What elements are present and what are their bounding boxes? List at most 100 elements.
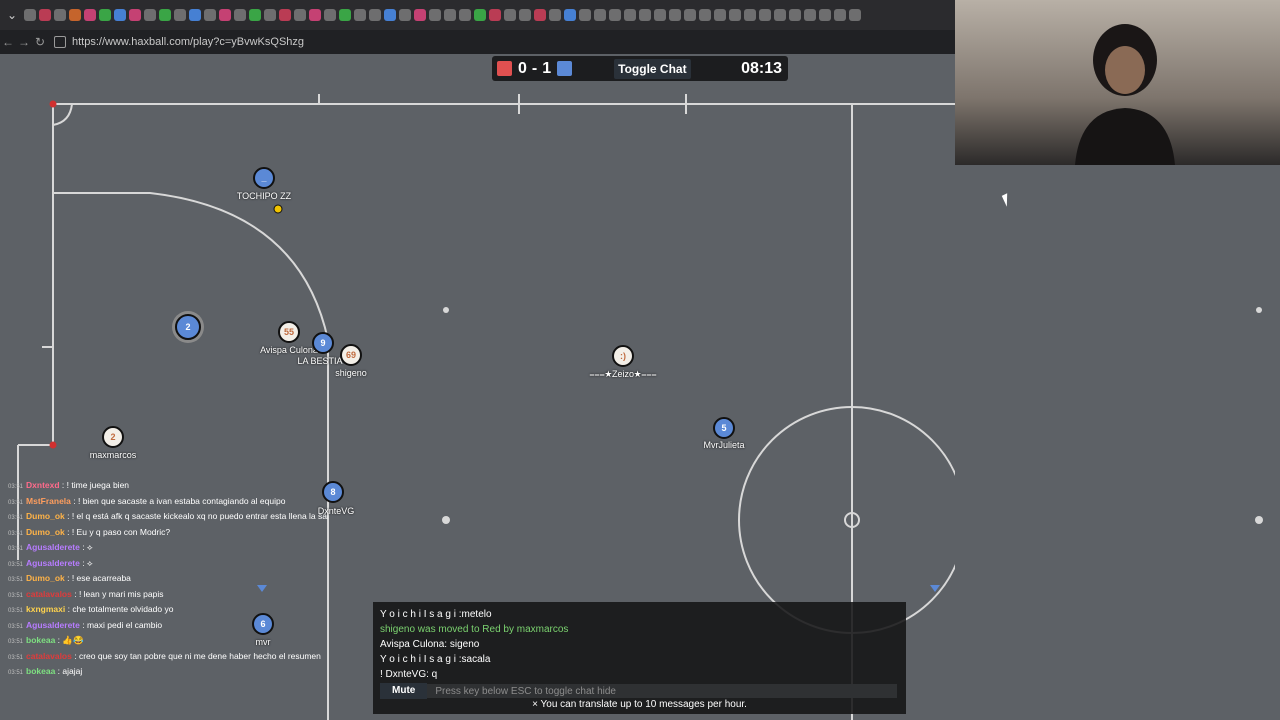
browser-tab-20[interactable] bbox=[324, 9, 336, 21]
chat-input[interactable]: Press key below ESC to toggle chat hide bbox=[435, 686, 616, 697]
browser-tab-44[interactable] bbox=[684, 9, 696, 21]
browser-tab-1[interactable] bbox=[39, 9, 51, 21]
chat-username: Dumo_ok bbox=[26, 511, 65, 521]
browser-tab-14[interactable] bbox=[234, 9, 246, 21]
browser-tab-25[interactable] bbox=[399, 9, 411, 21]
player-name-avispa: Avispa Culona bbox=[260, 345, 318, 355]
browser-tab-35[interactable] bbox=[549, 9, 561, 21]
browser-tab-8[interactable] bbox=[144, 9, 156, 21]
forward-icon[interactable]: → bbox=[16, 35, 32, 49]
browser-tab-50[interactable] bbox=[774, 9, 786, 21]
chat-username: Agusalderete bbox=[26, 542, 80, 552]
player-name-zeizo: ⩶★Zeizo★⩶ bbox=[589, 369, 657, 379]
browser-tab-11[interactable] bbox=[189, 9, 201, 21]
chat-message-text: : 👍😂 bbox=[55, 635, 84, 645]
browser-tab-42[interactable] bbox=[654, 9, 666, 21]
game-chat-panel: Y o i c h i I s a g i :metelo shigeno was… bbox=[373, 602, 906, 714]
browser-tab-7[interactable] bbox=[129, 9, 141, 21]
player-tochipo: _ bbox=[253, 167, 275, 189]
stream-chat-line: 03:51 Agusalderete : ⟡ bbox=[8, 540, 328, 556]
browser-tab-29[interactable] bbox=[459, 9, 471, 21]
browser-tab-0[interactable] bbox=[24, 9, 36, 21]
browser-tab-52[interactable] bbox=[804, 9, 816, 21]
browser-tab-53[interactable] bbox=[819, 9, 831, 21]
browser-tab-49[interactable] bbox=[759, 9, 771, 21]
chat-username: Agusalderete bbox=[26, 557, 80, 568]
player-mvrjulieta: 5 bbox=[713, 417, 735, 439]
url-text: https://www.haxball.com/play?c=yBvwKsQSh… bbox=[72, 36, 305, 48]
chat-username: Dumo_ok bbox=[26, 573, 65, 583]
browser-tab-13[interactable] bbox=[219, 9, 231, 21]
chat-message-text: : ⟡ bbox=[79, 542, 93, 552]
player-shigeno: 69 bbox=[340, 344, 362, 366]
browser-tab-30[interactable] bbox=[474, 9, 486, 21]
stream-chat-line: 03:51 Dumo_ok : ! Eu y q paso con Modric? bbox=[8, 525, 328, 541]
chat-username: bokeaa bbox=[26, 666, 56, 676]
browser-tab-48[interactable] bbox=[744, 9, 756, 21]
browser-tab-22[interactable] bbox=[354, 9, 366, 21]
game-chat-messages: Y o i c h i I s a g i :metelo shigeno was… bbox=[373, 602, 906, 682]
stream-chat-line: 03:51 catalavalos : creo que soy tan pobr… bbox=[8, 649, 328, 665]
game-chat-message: ! DxnteVG: q bbox=[380, 669, 438, 680]
player-name-shigeno: shigeno bbox=[335, 368, 367, 378]
browser-tab-17[interactable] bbox=[279, 9, 291, 21]
browser-tab-31[interactable] bbox=[489, 9, 501, 21]
reload-icon[interactable]: ↻ bbox=[32, 35, 48, 49]
browser-tab-15[interactable] bbox=[249, 9, 261, 21]
browser-tab-27[interactable] bbox=[429, 9, 441, 21]
center-circle bbox=[738, 406, 955, 634]
chat-message-text: : ! bien que sacaste a ivan estaba conta… bbox=[70, 495, 286, 506]
game-chat-message: Avispa Culona: sigeno bbox=[380, 639, 480, 650]
browser-tab-18[interactable] bbox=[294, 9, 306, 21]
browser-tab-46[interactable] bbox=[714, 9, 726, 21]
address-bar: ← → ↻ https://www.haxball.com/play?c=yBv… bbox=[0, 30, 955, 54]
browser-tab-40[interactable] bbox=[624, 9, 636, 21]
stream-chat-line: 03:51 catalavalos : ! lean y mari mis pap… bbox=[8, 587, 328, 603]
browser-tab-54[interactable] bbox=[834, 9, 846, 21]
browser-tab-45[interactable] bbox=[699, 9, 711, 21]
browser-tab-43[interactable] bbox=[669, 9, 681, 21]
player-name-maxmarcos: maxmarcos bbox=[89, 450, 137, 460]
chat-message-text: : ! ese acarreaba bbox=[64, 573, 131, 583]
browser-tab-39[interactable] bbox=[609, 9, 621, 21]
browser-tab-12[interactable] bbox=[204, 9, 216, 21]
browser-tab-2[interactable] bbox=[54, 9, 66, 21]
player-labestia: 9 bbox=[312, 332, 334, 354]
back-icon[interactable]: ← bbox=[0, 35, 16, 49]
browser-tab-3[interactable] bbox=[69, 9, 81, 21]
site-info-icon[interactable] bbox=[54, 36, 66, 48]
browser-tab-23[interactable] bbox=[369, 9, 381, 21]
browser-tab-24[interactable] bbox=[384, 9, 396, 21]
browser-tab-16[interactable] bbox=[264, 9, 276, 21]
browser-tab-37[interactable] bbox=[579, 9, 591, 21]
player-zeizo: :) bbox=[612, 345, 634, 367]
mute-button[interactable]: Mute bbox=[380, 683, 428, 699]
chat-username: Dumo_ok bbox=[26, 526, 65, 537]
tab-search-icon[interactable]: ⌄ bbox=[0, 8, 24, 22]
browser-tab-26[interactable] bbox=[414, 9, 426, 21]
browser-tab-6[interactable] bbox=[114, 9, 126, 21]
chat-username: catalavalos bbox=[26, 588, 72, 599]
browser-tab-19[interactable] bbox=[309, 9, 321, 21]
player-avispa: 55 bbox=[278, 321, 300, 343]
browser-tab-28[interactable] bbox=[444, 9, 456, 21]
chat-message-text: : ⟡ bbox=[79, 557, 93, 568]
url-field[interactable]: https://www.haxball.com/play?c=yBvwKsQSh… bbox=[54, 36, 304, 48]
browser-tab-55[interactable] bbox=[849, 9, 861, 21]
browser-tab-10[interactable] bbox=[174, 9, 186, 21]
browser-tab-36[interactable] bbox=[564, 9, 576, 21]
browser-tab-9[interactable] bbox=[159, 9, 171, 21]
browser-tab-5[interactable] bbox=[99, 9, 111, 21]
stream-chat-line: 03:51 Dxntexd : ! time juega bien bbox=[8, 478, 328, 494]
browser-tab-38[interactable] bbox=[594, 9, 606, 21]
browser-tab-21[interactable] bbox=[339, 9, 351, 21]
browser-tab-32[interactable] bbox=[504, 9, 516, 21]
browser-tab-47[interactable] bbox=[729, 9, 741, 21]
browser-tab-4[interactable] bbox=[84, 9, 96, 21]
browser-tab-41[interactable] bbox=[639, 9, 651, 21]
ball-icon bbox=[273, 204, 283, 214]
browser-tab-33[interactable] bbox=[519, 9, 531, 21]
corner-arc bbox=[52, 103, 73, 126]
browser-tab-34[interactable] bbox=[534, 9, 546, 21]
browser-tab-51[interactable] bbox=[789, 9, 801, 21]
